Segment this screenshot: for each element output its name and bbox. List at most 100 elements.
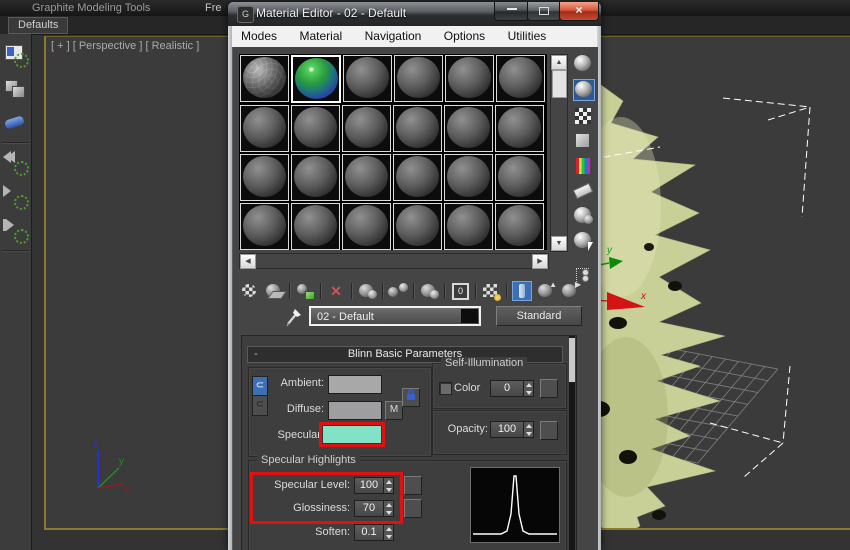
specular-level-spinner[interactable]: 100 xyxy=(354,477,394,494)
scroll-up-button[interactable]: ▲ xyxy=(551,55,567,70)
next-tool-icon[interactable] xyxy=(3,218,29,244)
diffuse-color-swatch[interactable] xyxy=(328,401,382,420)
sample-slot-selected[interactable] xyxy=(291,55,341,103)
menu-options[interactable]: Options xyxy=(435,26,494,43)
sample-uv-tiling-icon[interactable] xyxy=(573,131,593,151)
spinner-up[interactable] xyxy=(524,422,533,430)
close-button[interactable]: × xyxy=(559,2,599,21)
specular-level-map-button[interactable] xyxy=(404,476,422,495)
opacity-value[interactable]: 100 xyxy=(491,422,523,437)
window-titlebar[interactable]: G Material Editor - 02 - Default × xyxy=(228,2,601,27)
menu-utilities[interactable]: Utilities xyxy=(499,26,556,43)
spinner-down[interactable] xyxy=(384,485,393,493)
put-to-library-icon[interactable] xyxy=(419,281,439,301)
show-material-in-viewport-icon[interactable] xyxy=(481,281,501,301)
sample-type-icon[interactable] xyxy=(573,54,593,74)
scroll-down-button[interactable]: ▼ xyxy=(551,236,567,251)
sample-slot[interactable] xyxy=(393,154,442,201)
sample-slot[interactable] xyxy=(240,154,289,201)
material-type-button[interactable]: Standard xyxy=(496,306,582,326)
lock-icon-button[interactable] xyxy=(402,388,420,407)
opacity-map-button[interactable] xyxy=(540,421,558,440)
scroll-right-button[interactable]: ▶ xyxy=(532,254,548,269)
spinner-up[interactable] xyxy=(384,525,393,533)
specular-level-value[interactable]: 100 xyxy=(355,478,383,493)
reset-map-icon[interactable]: ✕ xyxy=(326,281,346,301)
soften-spinner[interactable]: 0.1 xyxy=(354,524,394,541)
slot-horizontal-scrollbar[interactable]: ◀ ▶ xyxy=(239,253,549,269)
menu-material[interactable]: Material xyxy=(290,26,351,43)
spinner-up[interactable] xyxy=(384,478,393,486)
make-unique-icon[interactable] xyxy=(388,281,408,301)
play-tool-icon[interactable] xyxy=(3,184,29,210)
glossiness-spinner[interactable]: 70 xyxy=(354,500,394,517)
minimize-button[interactable] xyxy=(494,2,529,21)
viewport-label[interactable]: [ + ] [ Perspective ] [ Realistic ] xyxy=(51,40,199,52)
put-material-to-scene-icon[interactable] xyxy=(264,281,287,301)
backlight-icon[interactable] xyxy=(573,79,595,101)
sample-slot-noise[interactable] xyxy=(240,55,289,102)
menu-navigation[interactable]: Navigation xyxy=(356,26,431,43)
sample-slot[interactable] xyxy=(393,203,442,250)
defaults-tab[interactable]: Defaults xyxy=(8,17,69,34)
sample-slot[interactable] xyxy=(495,154,544,201)
scroll-thumb[interactable] xyxy=(552,70,567,98)
get-material-icon[interactable] xyxy=(240,281,260,301)
spinner-up[interactable] xyxy=(384,501,393,509)
ambient-color-swatch[interactable] xyxy=(328,375,382,394)
go-to-sibling-icon[interactable]: ▶ xyxy=(560,280,581,301)
sample-slot[interactable] xyxy=(240,203,289,250)
material-id-channel-icon[interactable]: 0 xyxy=(450,281,470,301)
rollout-scrollbar[interactable] xyxy=(569,336,575,550)
sample-slot[interactable] xyxy=(343,55,392,102)
spinner-down[interactable] xyxy=(384,532,393,540)
sample-slot[interactable] xyxy=(444,105,493,152)
menu-modes[interactable]: Modes xyxy=(232,26,286,43)
soften-value[interactable]: 0.1 xyxy=(355,525,383,540)
dropdown-arrow-icon[interactable] xyxy=(461,309,478,323)
specular-color-swatch[interactable] xyxy=(322,425,382,444)
rollout-scroll-thumb[interactable] xyxy=(569,338,575,382)
video-color-check-icon[interactable] xyxy=(573,156,593,176)
sample-slot[interactable] xyxy=(445,55,494,102)
primitives-icon[interactable] xyxy=(3,76,28,101)
sample-slot[interactable] xyxy=(291,154,340,201)
sample-slot[interactable] xyxy=(342,203,391,250)
make-material-copy-icon[interactable] xyxy=(357,281,377,301)
self-illumination-map-button[interactable] xyxy=(540,379,558,398)
diffuse-map-button[interactable]: M xyxy=(385,401,403,420)
select-by-material-icon[interactable] xyxy=(573,231,593,251)
sample-slot[interactable] xyxy=(495,203,544,250)
sample-slot[interactable] xyxy=(496,55,545,102)
sample-slot[interactable] xyxy=(495,105,544,152)
self-illumination-spinner[interactable]: 0 xyxy=(490,380,534,397)
material-name-dropdown[interactable]: 02 - Default xyxy=(309,306,481,326)
assign-material-to-selection-icon[interactable] xyxy=(295,281,315,301)
pick-material-eyedropper-icon[interactable] xyxy=(285,307,303,327)
sweep-tool-icon[interactable] xyxy=(3,110,28,135)
prev-tool-icon[interactable] xyxy=(3,150,29,176)
opacity-spinner[interactable]: 100 xyxy=(490,421,534,438)
sample-slot[interactable] xyxy=(342,154,391,201)
scroll-left-button[interactable]: ◀ xyxy=(240,254,256,269)
sample-slot[interactable] xyxy=(342,105,391,152)
spinner-down[interactable] xyxy=(384,508,393,516)
sample-slot[interactable] xyxy=(291,203,340,250)
self-illumination-value[interactable]: 0 xyxy=(491,381,523,396)
spinner-down[interactable] xyxy=(524,429,533,437)
glossiness-map-button[interactable] xyxy=(404,499,422,518)
show-end-result-icon[interactable] xyxy=(512,281,532,301)
sample-slot[interactable] xyxy=(291,105,340,152)
sample-slot[interactable] xyxy=(240,105,289,152)
polygon-modeling-icon[interactable] xyxy=(3,42,29,68)
maximize-button[interactable] xyxy=(527,2,561,21)
sample-slot[interactable] xyxy=(394,55,443,102)
glossiness-value[interactable]: 70 xyxy=(355,501,383,516)
ribbon-tab-graphite[interactable]: Graphite Modeling Tools xyxy=(22,1,160,16)
background-icon[interactable] xyxy=(573,106,593,126)
options-icon[interactable] xyxy=(573,206,593,226)
self-illumination-color-checkbox[interactable] xyxy=(439,382,452,395)
slot-vertical-scrollbar[interactable]: ▲ ▼ xyxy=(550,54,568,252)
sample-slot[interactable] xyxy=(393,105,442,152)
sample-slot[interactable] xyxy=(444,203,493,250)
